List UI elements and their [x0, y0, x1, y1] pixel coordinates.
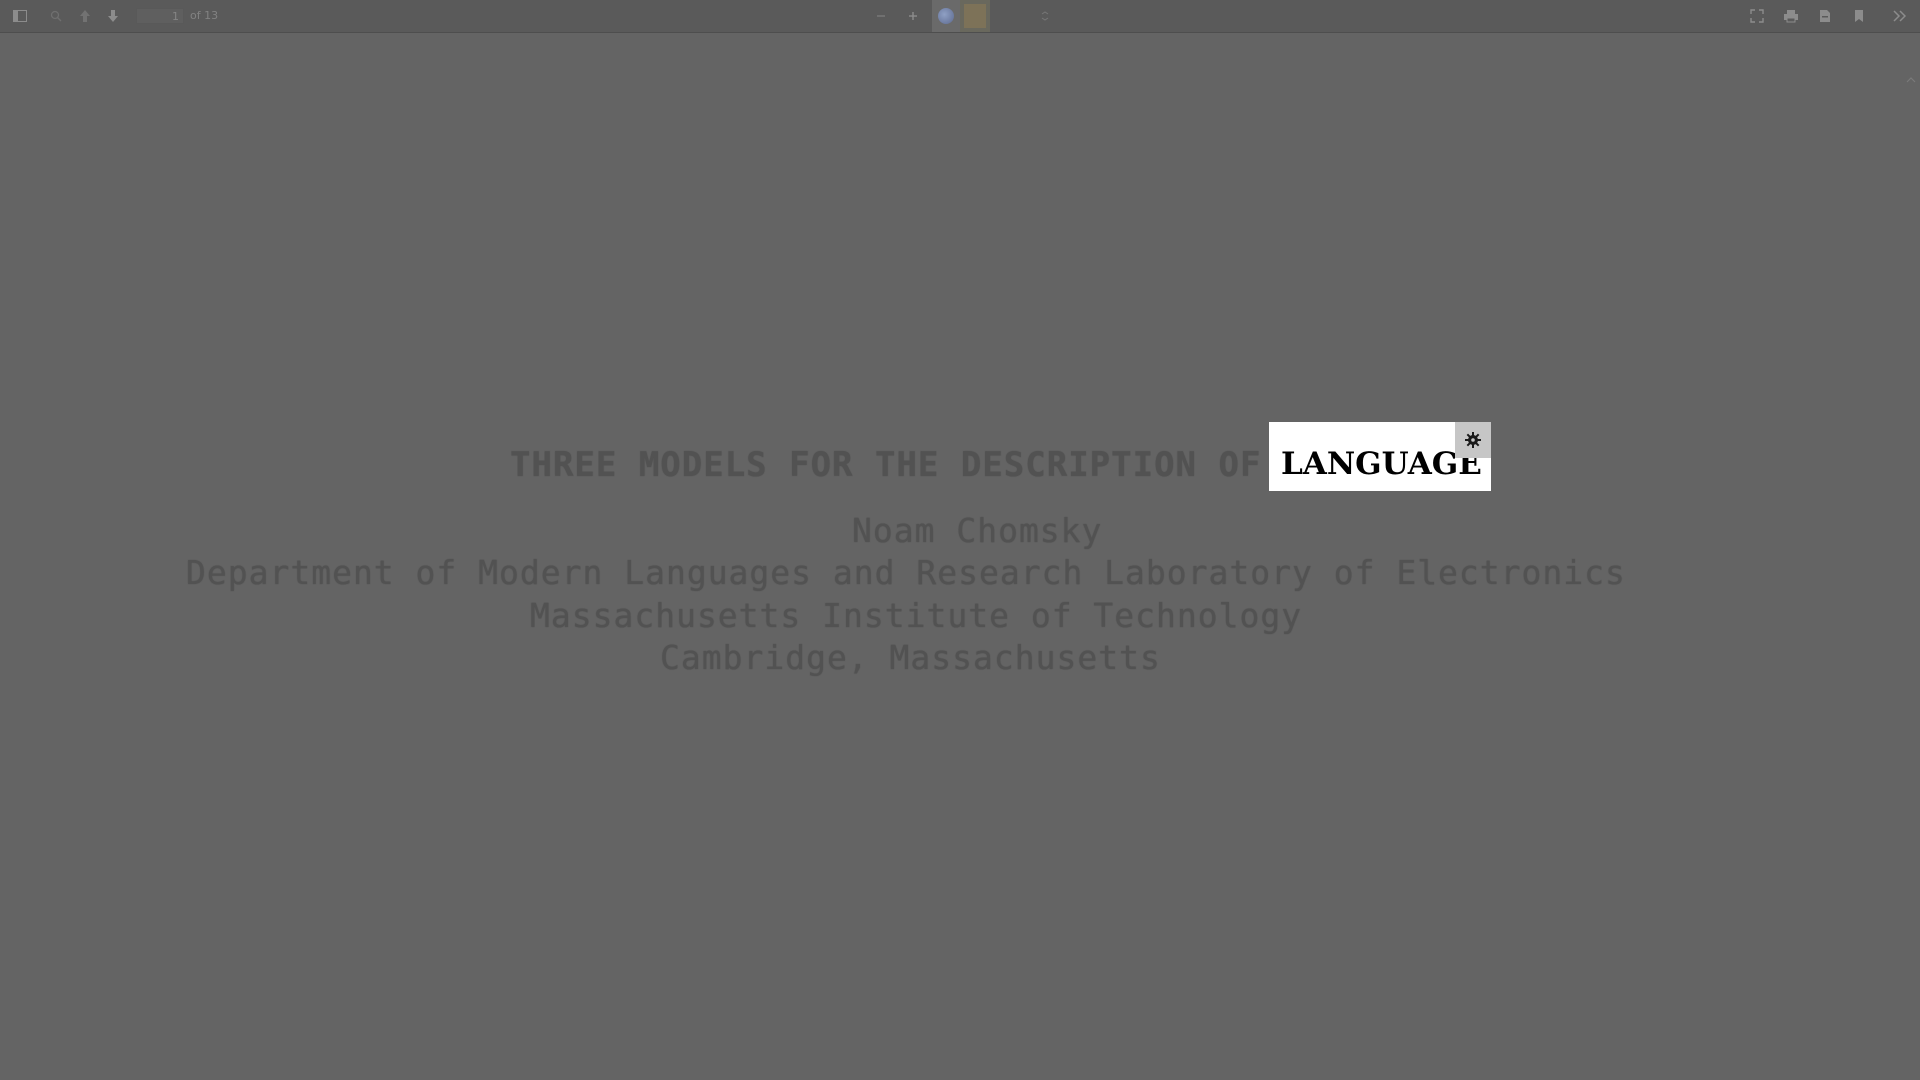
- institute-line: Massachusetts Institute of Technology: [530, 596, 1303, 635]
- highlight-settings-button[interactable]: [1455, 422, 1491, 458]
- minus-icon: [877, 15, 885, 17]
- printer-icon: [1784, 10, 1798, 23]
- zoom-out-button[interactable]: [870, 0, 892, 32]
- tools-menu-button[interactable]: [1887, 0, 1913, 32]
- find-button[interactable]: [44, 0, 68, 32]
- chevron-up-icon: [1906, 77, 1916, 83]
- bookmark-button[interactable]: [1847, 0, 1871, 32]
- sidebar-toggle-button[interactable]: [8, 0, 32, 32]
- presentation-mode-button[interactable]: [1745, 0, 1769, 32]
- chevron-down-icon: [1041, 11, 1049, 21]
- page-count-label: of 13: [190, 9, 219, 22]
- scrollbar-up-arrow[interactable]: [1906, 69, 1918, 83]
- translate-button[interactable]: [932, 0, 960, 32]
- page-number-input[interactable]: [136, 8, 184, 24]
- zoom-in-button[interactable]: [902, 0, 924, 32]
- document-viewer: THREE MODELS FOR THE DESCRIPTION OF LANG…: [0, 33, 1920, 1080]
- arrow-down-icon: [108, 10, 118, 22]
- highlighted-word-box[interactable]: LANGUAGE: [1269, 422, 1491, 491]
- viewer-toolbar: of 13: [0, 0, 1920, 33]
- highlight-tool-button[interactable]: [960, 0, 990, 32]
- search-icon: [50, 10, 62, 22]
- print-button[interactable]: [1779, 0, 1803, 32]
- plus-icon: [909, 12, 917, 20]
- department-line: Department of Modern Languages and Resea…: [186, 553, 1626, 592]
- highlighted-word: LANGUAGE: [1281, 446, 1482, 482]
- globe-icon: [938, 8, 954, 24]
- document-icon: [1820, 10, 1830, 22]
- city-line: Cambridge, Massachusetts: [660, 638, 1161, 677]
- previous-page-button[interactable]: [74, 0, 96, 32]
- arrow-up-icon: [80, 10, 90, 22]
- bookmark-icon: [1855, 10, 1863, 22]
- zoom-dropdown-button[interactable]: [1036, 0, 1054, 32]
- author-name: Noam Chomsky: [852, 511, 1103, 550]
- next-page-button[interactable]: [102, 0, 124, 32]
- paper-title: THREE MODELS FOR THE DESCRIPTION OF: [510, 445, 1262, 485]
- sidebar-icon: [13, 10, 27, 22]
- double-chevron-right-icon: [1893, 10, 1907, 22]
- highlighter-icon: [964, 4, 986, 28]
- gear-icon: [1465, 432, 1481, 448]
- fullscreen-icon: [1750, 9, 1764, 23]
- save-button[interactable]: [1813, 0, 1837, 32]
